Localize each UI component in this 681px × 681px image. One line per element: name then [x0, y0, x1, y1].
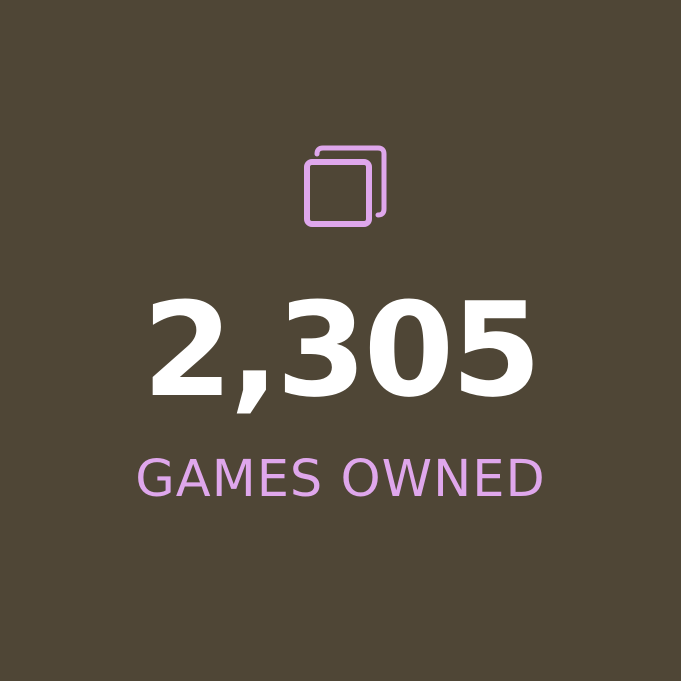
stat-value: 2,305 [142, 274, 541, 426]
stat-card: 2,305 GAMES OWNED [0, 0, 681, 681]
stat-label: GAMES OWNED [135, 450, 546, 509]
collection-icon [304, 145, 387, 227]
back-square-outline [314, 145, 387, 218]
front-square-outline [304, 159, 372, 227]
